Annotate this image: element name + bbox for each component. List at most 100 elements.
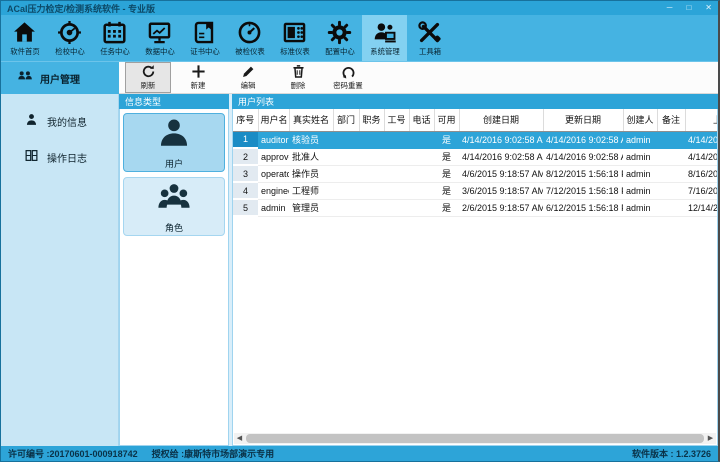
roles-group-icon [157,180,191,219]
column-header[interactable]: 更新日期 [543,109,623,131]
table-cell [359,165,384,182]
column-header[interactable]: 工号 [384,109,409,131]
license-number: 许可编号 :20170601-000918742 [8,447,138,460]
toolbar-item-label: 数据中心 [145,46,174,56]
toolbar-item-config-center[interactable]: 配置中心 [317,15,362,61]
table-cell: admin [258,199,289,216]
action-label: 刷新 [141,80,156,90]
close-button[interactable]: ✕ [705,4,712,12]
column-header[interactable]: 部门 [333,109,359,131]
table-cell [333,148,359,165]
edit-button[interactable]: 编辑 [225,62,271,93]
table-row[interactable]: 1auditor核验员是4/14/2016 9:02:58 AM4/14/201… [233,131,718,148]
toolbar-item-system-admin[interactable]: 系统管理 [362,15,407,61]
table-cell: 是 [434,131,459,148]
pencil-icon [241,64,256,79]
user-table: 序号用户名真实姓名部门职务工号电话可用创建日期更新日期创建人备注上次登录时间 1… [233,109,718,217]
table-cell [657,131,685,148]
scrollbar-thumb[interactable] [246,434,704,443]
toolbar-item-standard-instrument[interactable]: 标准仪表 [272,15,317,61]
toolbar-item-label: 证书中心 [190,46,219,56]
column-header[interactable]: 上次登录时间 [685,109,718,131]
table-cell: 7/12/2015 1:56:18 PM [543,182,623,199]
column-header[interactable]: 电话 [409,109,434,131]
column-header[interactable]: 真实姓名 [289,109,333,131]
table-cell: admin [623,148,657,165]
column-header[interactable]: 可用 [434,109,459,131]
table-cell [359,199,384,216]
toolbar-item-home[interactable]: 软件首页 [2,15,47,61]
sidebar-item-my-info[interactable]: 我的信息 [1,108,118,134]
scroll-right-icon[interactable]: ▶ [705,433,716,444]
toolbar-item-calibration-center[interactable]: 检校中心 [47,15,92,61]
table-cell [359,131,384,148]
toolbar-item-certificate-center[interactable]: 证书中心 [182,15,227,61]
table-cell [384,199,409,216]
toolbar-item-label: 任务中心 [100,46,129,56]
table-cell: engineer [258,182,289,199]
status-left: 许可编号 :20170601-000918742 授权给 :康斯特市场部演示专用 [8,447,274,460]
table-cell: 3/6/2015 9:18:57 AM [459,182,543,199]
tools-icon [417,20,442,45]
toolbar-item-label: 检校中心 [55,46,84,56]
toolbar-item-task-center[interactable]: 任务中心 [92,15,137,61]
user-icon [157,116,191,155]
table-cell: admin [623,131,657,148]
column-header[interactable]: 职务 [359,109,384,131]
table-cell: admin [623,182,657,199]
table-row[interactable]: 3operator操作员是4/6/2015 9:18:57 AM8/12/201… [233,165,718,182]
gear-icon [327,20,352,45]
minimize-button[interactable]: ─ [667,4,673,12]
column-header[interactable]: 创建日期 [459,109,543,131]
horizontal-scrollbar[interactable]: ◀ ▶ [234,433,716,444]
table-cell [333,182,359,199]
refresh-button[interactable]: 刷新 [125,62,171,93]
table-cell: auditor [258,131,289,148]
user-list-panel: 用户列表 序号用户名真实姓名部门职务工号电话可用创建日期更新日期创建人备注上次登… [232,94,718,446]
info-type-panel: 信息类型 用户 角色 [119,94,229,446]
table-cell: 3 [233,165,258,182]
password-reset-icon [341,64,356,79]
toolbar-item-toolbox[interactable]: 工具箱 [407,15,452,61]
table-cell [657,199,685,216]
scroll-left-icon[interactable]: ◀ [234,433,245,444]
delete-button[interactable]: 删除 [275,62,321,93]
info-type-button-user[interactable]: 用户 [123,113,225,172]
table-row[interactable]: 5admin管理员是2/6/2015 9:18:57 AM6/12/2015 1… [233,199,718,216]
column-header[interactable]: 创建人 [623,109,657,131]
toolbar-item-label: 被检仪表 [235,46,264,56]
user-group-icon [17,68,33,89]
table-cell: 5 [233,199,258,216]
user-table-header-row: 序号用户名真实姓名部门职务工号电话可用创建日期更新日期创建人备注上次登录时间 [233,109,718,131]
module-header-user-management: 用户管理 [1,62,119,94]
password-reset-button[interactable]: 密码重置 [325,62,371,93]
table-cell: 6/12/2015 1:56:18 PM [543,199,623,216]
table-cell: 4 [233,182,258,199]
table-cell: 4/14/2016 9:02:58 AM [543,131,623,148]
status-bar: 许可编号 :20170601-000918742 授权给 :康斯特市场部演示专用… [1,446,718,461]
table-cell [384,165,409,182]
left-sidebar: 我的信息 操作日志 [1,94,119,446]
sidebar-item-operation-log[interactable]: 操作日志 [1,144,118,170]
table-row[interactable]: 2approver批准人是4/14/2016 9:02:58 AM4/14/20… [233,148,718,165]
table-cell [384,131,409,148]
maximize-button[interactable]: □ [686,4,691,12]
toolbar-item-device-under-test[interactable]: 被检仪表 [227,15,272,61]
column-header[interactable]: 备注 [657,109,685,131]
target-icon [57,20,82,45]
info-type-button-role[interactable]: 角色 [123,177,225,236]
app-window: ACal压力检定/检测系统软件 - 专业版 ─ □ ✕ 软件首页 检校中心 任务… [0,0,720,462]
table-cell: 4/14/2016 9:02:58 AM [459,148,543,165]
table-row[interactable]: 4engineer工程师是3/6/2015 9:18:57 AM7/12/201… [233,182,718,199]
column-header[interactable]: 用户名 [258,109,289,131]
plus-icon [191,64,206,79]
column-header[interactable]: 序号 [233,109,258,131]
trash-icon [291,64,306,79]
software-version: 软件版本 : 1.2.3726 [632,447,711,460]
person-icon [25,113,38,129]
table-cell: 2/6/2015 9:18:57 AM [459,199,543,216]
table-cell: 4/14/2016 9:02:58 AM [459,131,543,148]
new-button[interactable]: 新建 [175,62,221,93]
toolbar-item-data-center[interactable]: 数据中心 [137,15,182,61]
table-cell: 管理员 [289,199,333,216]
